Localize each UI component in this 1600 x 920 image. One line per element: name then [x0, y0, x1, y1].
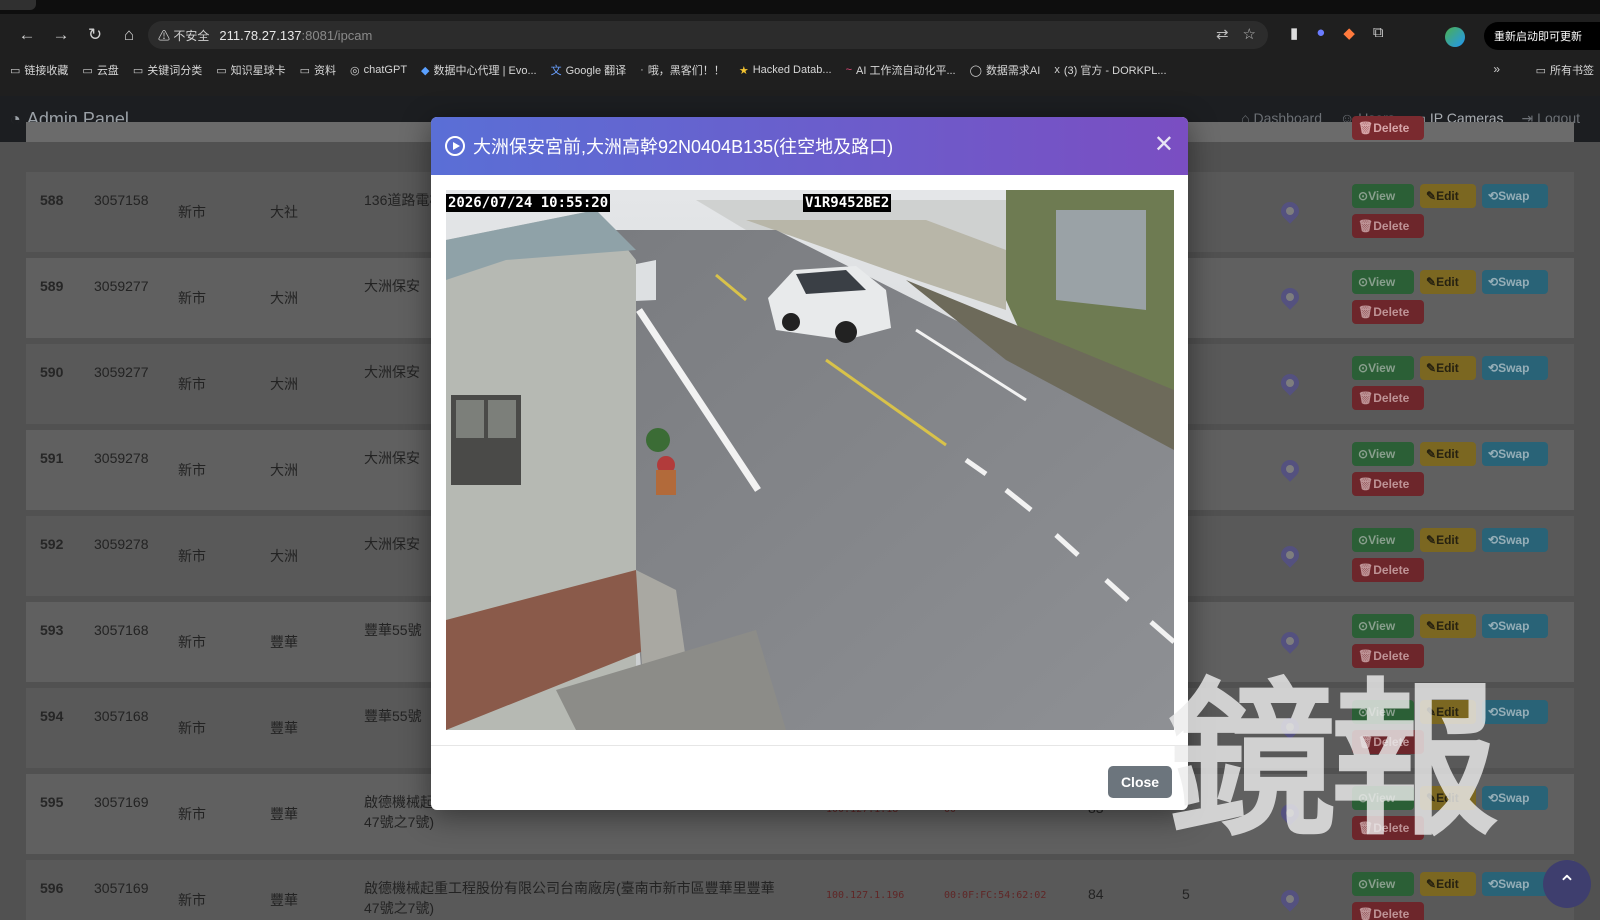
close-button[interactable]: Close: [1108, 766, 1172, 798]
all-bookmarks-folder[interactable]: ▭ 所有书签: [1536, 62, 1594, 78]
bookmark-item[interactable]: ◯ 数据需求AI: [970, 62, 1041, 78]
modal-title: 大洲保安宮前,大洲高幹92N0404B135(往空地及路口): [473, 137, 894, 157]
reload-icon[interactable]: ↻: [78, 20, 112, 50]
diamond-icon: ◆: [421, 64, 430, 77]
address-bar[interactable]: ⚠ 不安全 211.78.27.137:8081/ipcam ⇄ ☆: [148, 21, 1268, 49]
profile-avatar[interactable]: [1445, 27, 1465, 47]
folder-icon: ▭: [132, 64, 144, 77]
osd-camera-id: V1R9452BE2: [803, 194, 892, 212]
camera-frame-image: [446, 190, 1174, 730]
extension-icons: ▮ ● ◆ ⧉: [1290, 24, 1384, 42]
bookmark-item[interactable]: x (3) 官方 - DORKPL...: [1054, 62, 1166, 78]
extension-circle-icon[interactable]: ●: [1316, 24, 1325, 42]
bookmark-item[interactable]: ▭ 链接收藏: [10, 62, 68, 78]
bookmark-star-icon[interactable]: ☆: [1243, 25, 1256, 43]
page-icon: ~: [845, 64, 852, 76]
camera-view-modal: 大洲保安宮前,大洲高幹92N0404B135(往空地及路口) ✕ 2026/07…: [431, 117, 1188, 810]
bookmark-item[interactable]: ◎ chatGPT: [350, 64, 407, 77]
chatgpt-icon: ◎: [350, 64, 360, 77]
camera-video-stream[interactable]: 2026/07/24 10:55:20 V1R9452BE2: [446, 190, 1174, 730]
bookmark-item[interactable]: ~ AI 工作流自动化平...: [846, 62, 956, 78]
globe-icon: ◯: [969, 64, 982, 77]
bookmarks-overflow-icon[interactable]: »: [1493, 62, 1500, 76]
page-icon: ·: [640, 64, 644, 76]
bookmark-item[interactable]: ▭ 知识星球卡: [216, 62, 285, 78]
bookmark-item[interactable]: ▭ 云盘: [82, 62, 118, 78]
folder-icon: ▭: [10, 64, 21, 77]
browser-tab[interactable]: [0, 0, 36, 10]
star-icon: ★: [738, 64, 749, 77]
x-icon: x: [1054, 64, 1060, 76]
url-path: :8081/ipcam: [301, 27, 373, 43]
bookmark-item[interactable]: 文 Google 翻译: [551, 62, 627, 78]
url-host: 211.78.27.137: [219, 27, 302, 43]
folder-icon: ▭: [82, 64, 93, 77]
delete-button[interactable]: 🗑 Delete: [1352, 116, 1424, 140]
modal-footer: Close: [431, 745, 1188, 810]
folder-icon: ▭: [299, 64, 311, 77]
home-icon[interactable]: ⌂: [112, 20, 146, 50]
translate-icon[interactable]: ⇄: [1216, 25, 1229, 43]
extensions-puzzle-icon[interactable]: ⧉: [1373, 24, 1384, 42]
bookmarks-bar: ▭ 链接收藏 ▭ 云盘 ▭ 关键词分类 ▭ 知识星球卡 ▭ 资料 ◎ chatGPT ◆ 数据…: [0, 56, 1600, 84]
watermark-logo: 鏡報: [1168, 661, 1498, 859]
modal-header: 大洲保安宮前,大洲高幹92N0404B135(往空地及路口) ✕: [431, 117, 1188, 175]
osd-timestamp: 2026/07/24 10:55:20: [446, 194, 611, 212]
relaunch-update-button[interactable]: 重新启动即可更新: [1484, 22, 1600, 50]
forward-icon[interactable]: →: [44, 20, 78, 50]
dashboard-gauge-icon: ◔: [10, 108, 21, 129]
bookmark-item[interactable]: ★ Hacked Datab...: [739, 64, 832, 77]
folder-icon: ▭: [1535, 64, 1546, 77]
play-circle-icon: [445, 136, 465, 156]
bookmark-item[interactable]: ▭ 资料: [300, 62, 336, 78]
browser-divider: [0, 84, 1600, 96]
bookmark-item[interactable]: ◆ 数据中心代理 | Evo...: [421, 62, 537, 78]
bookmark-item[interactable]: · 哦，黑客们！！: [640, 62, 725, 78]
back-icon[interactable]: ←: [10, 20, 44, 50]
not-secure-indicator[interactable]: ⚠ 不安全: [158, 27, 209, 44]
bookmark-item[interactable]: ▭ 关键词分类: [133, 62, 202, 78]
translate-icon: 文: [550, 65, 562, 77]
browser-tab-strip: [0, 0, 1600, 14]
browser-toolbar: ← → ↻ ⌂ ⚠ 不安全 211.78.27.137:8081/ipcam ⇄…: [0, 14, 1600, 56]
arrow-up-icon[interactable]: ⌃: [1543, 860, 1591, 908]
close-icon[interactable]: ✕: [1154, 133, 1174, 157]
extension-fox-icon[interactable]: ◆: [1343, 24, 1355, 42]
extension-doc-icon[interactable]: ▮: [1290, 24, 1298, 42]
folder-icon: ▭: [216, 64, 227, 77]
